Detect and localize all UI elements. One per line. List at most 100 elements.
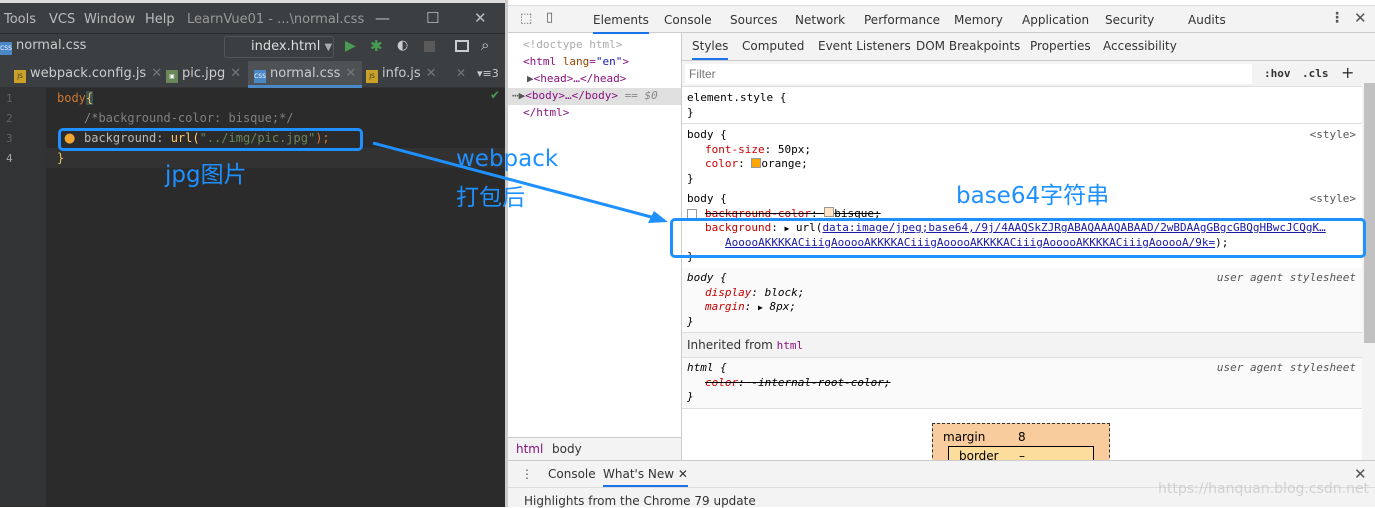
rule-source-link[interactable]: <style> (1310, 192, 1356, 205)
annotation-box-base64 (670, 218, 1366, 258)
line-number: 2 (6, 112, 13, 125)
tab-overflow-count: 3 (491, 67, 499, 80)
color-swatch[interactable] (824, 206, 835, 217)
tab-pic-jpg[interactable]: ▣ pic.jpg ✕ (160, 61, 247, 88)
breadcrumb-body[interactable]: body (552, 442, 582, 456)
run-config-select[interactable]: index.html ▼ (224, 36, 334, 58)
css-file-icon: CSS (0, 42, 12, 55)
expand-triangle-icon[interactable]: ▶ (527, 72, 534, 85)
close-tab-icon[interactable]: ✕ (345, 66, 356, 81)
tab-audits[interactable]: Audits (1188, 13, 1226, 27)
tab-label: normal.css (270, 66, 341, 81)
inspect-icon[interactable]: ⬚ (520, 11, 532, 26)
tab-performance[interactable]: Performance (864, 13, 940, 27)
breadcrumb-file[interactable]: CSS normal.css (0, 38, 86, 55)
hov-toggle[interactable]: :hov (1264, 67, 1291, 80)
stop-icon[interactable] (424, 41, 435, 52)
color-swatch[interactable] (751, 158, 762, 168)
code-line-1[interactable]: body{ (57, 91, 94, 105)
rule-selector[interactable]: element.style { (687, 91, 1357, 106)
terminal-icon[interactable] (455, 40, 469, 52)
dom-html-close[interactable]: </html> (523, 106, 569, 119)
minimize-icon[interactable]: — (375, 9, 390, 27)
rule-element-style: element.style {} (682, 88, 1362, 124)
line-gutter: 1 2 3 4 (0, 88, 46, 507)
coverage-icon[interactable]: ◐ (397, 38, 408, 53)
rule-source: user agent stylesheet (1216, 361, 1356, 374)
menu-help[interactable]: Help (145, 12, 175, 27)
filter-input[interactable] (685, 64, 1252, 84)
code-line-4[interactable]: } (57, 151, 64, 165)
tab-label: info.js (382, 66, 421, 81)
declaration[interactable]: color: orange; (687, 157, 1357, 172)
menu-window[interactable]: Window (84, 12, 135, 27)
close-tab-icon[interactable]: ✕ (456, 66, 466, 80)
image-file-icon: ▣ (166, 70, 178, 83)
tab-info-js[interactable]: JS info.js ✕ (360, 61, 443, 88)
declaration: margin: ▶ 8px; (705, 300, 796, 313)
tab-application[interactable]: Application (1022, 13, 1089, 27)
drawer-tab-console[interactable]: Console (548, 467, 596, 481)
tab-event-listeners[interactable]: Event Listeners (818, 39, 911, 53)
box-model-margin[interactable]: margin 8 border – (932, 423, 1110, 466)
breadcrumb-html[interactable]: html (516, 442, 543, 456)
rule-body-user-agent: user agent stylesheet body { display: bl… (682, 268, 1362, 333)
margin-value[interactable]: 8 (1018, 430, 1026, 444)
tab-dom-breakpoints[interactable]: DOM Breakpoints (916, 39, 1020, 53)
tab-normal-css[interactable]: CSS normal.css ✕ (248, 61, 363, 88)
declaration-overridden: color: -internal-root-color; (705, 375, 891, 389)
maximize-icon[interactable]: ☐ (426, 9, 439, 27)
run-icon[interactable]: ▶ (345, 38, 356, 54)
tab-label: pic.jpg (182, 66, 226, 81)
rule-source-link[interactable]: <style> (1310, 128, 1356, 141)
close-icon[interactable]: ✕ (474, 9, 487, 27)
tab-console[interactable]: Console (664, 13, 712, 27)
drawer-tab-whats-new[interactable]: What's New ✕ (603, 461, 688, 487)
tab-computed[interactable]: Computed (742, 39, 804, 53)
tab-network[interactable]: Network (795, 13, 845, 27)
inherited-element-link[interactable]: html (777, 339, 804, 352)
device-toolbar-icon[interactable]: ▯ (546, 10, 553, 25)
tab-properties[interactable]: Properties (1030, 39, 1091, 53)
more-options-icon[interactable]: ⋮ (1330, 10, 1344, 26)
breadcrumb-bar: html body (508, 437, 681, 460)
inherited-header: Inherited from html (682, 333, 1362, 358)
close-tab-icon[interactable]: ✕ (426, 66, 437, 81)
dom-html[interactable]: <html lang="en"> (523, 55, 629, 68)
annotation-base64-label: base64字符串 (956, 183, 1110, 209)
annotation-jpg-label: jpg图片 (165, 162, 247, 188)
tab-styles[interactable]: Styles (692, 39, 729, 60)
dom-head[interactable]: ▶<head>…</head> (527, 72, 626, 85)
dom-doctype[interactable]: <!doctype html> (523, 38, 622, 51)
rule-selector[interactable]: body { (687, 128, 1357, 143)
tab-accessibility[interactable]: Accessibility (1103, 39, 1177, 53)
whats-new-heading: Highlights from the Chrome 79 update (524, 494, 756, 508)
cls-toggle[interactable]: .cls (1302, 67, 1329, 80)
tab-overflow-menu[interactable]: ▾≡3 (477, 67, 499, 80)
checkbox[interactable] (687, 208, 697, 219)
tab-webpack-config[interactable]: JS webpack.config.js ✕ (8, 61, 168, 88)
styles-scrollbar[interactable] (1362, 61, 1375, 460)
tab-memory[interactable]: Memory (954, 13, 1003, 27)
debug-icon[interactable]: ✱ (370, 37, 383, 55)
tab-elements[interactable]: Elements (593, 13, 649, 34)
current-line-highlight (46, 148, 505, 168)
close-tab-icon[interactable]: ✕ (230, 66, 241, 81)
drawer-menu-icon[interactable]: ⋮ (521, 467, 533, 481)
menu-tools[interactable]: Tools (4, 12, 36, 27)
close-tab-icon[interactable]: ✕ (678, 467, 688, 481)
navigation-bar: CSS normal.css index.html ▼ ▶ ✱ ◐ ⌕ (0, 33, 505, 61)
expand-triangle-icon[interactable]: ▶ (758, 303, 763, 312)
search-icon[interactable]: ⌕ (481, 36, 489, 54)
js-file-icon: JS (14, 70, 26, 83)
close-devtools-icon[interactable]: ✕ (1354, 9, 1367, 27)
drawer: ⋮ Console What's New ✕ ✕ Highlights from… (508, 460, 1375, 508)
code-line-2[interactable]: /*background-color: bisque;*/ (84, 111, 294, 125)
menu-vcs[interactable]: VCS (49, 12, 75, 27)
tab-sources[interactable]: Sources (730, 13, 777, 27)
annotation-webpack-label: webpack (456, 146, 559, 172)
tab-security[interactable]: Security (1105, 13, 1154, 27)
dom-body[interactable]: ⋯▶<body>…</body> == $0 (512, 89, 658, 102)
new-rule-icon[interactable]: + (1341, 63, 1354, 82)
declaration[interactable]: font-size: 50px; (687, 143, 1357, 158)
